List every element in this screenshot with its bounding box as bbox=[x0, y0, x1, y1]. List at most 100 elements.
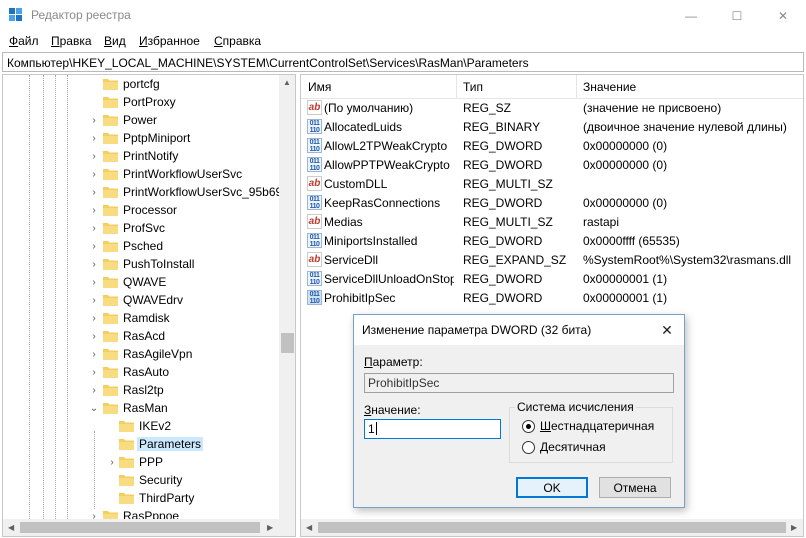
list-item[interactable]: 011 110 ProhibitIpSec REG_DWORD 0x00000001 (… bbox=[301, 289, 803, 308]
scroll-right-icon[interactable]: ▶ bbox=[791, 523, 797, 532]
list-item[interactable]: ab CustomDLL REG_MULTI_SZ bbox=[301, 175, 803, 194]
chevron-down-icon[interactable]: ⌄ bbox=[89, 399, 99, 417]
tree-item[interactable]: › Power bbox=[3, 111, 279, 129]
column-value[interactable]: Значение bbox=[583, 80, 636, 94]
menu-edit[interactable]: Правка bbox=[51, 34, 92, 48]
tree-item[interactable]: portcfg bbox=[3, 75, 279, 93]
list-item[interactable]: 011 110 AllowL2TPWeakCrypto REG_DWORD 0x0000… bbox=[301, 137, 803, 156]
list-item[interactable]: ab (По умолчанию) REG_SZ (значение не присв… bbox=[301, 99, 803, 118]
dialog-title-bar: Изменение параметра DWORD (32 бита) ✕ bbox=[354, 315, 684, 345]
list-item[interactable]: 011 110 KeepRasConnections REG_DWORD 0x00000… bbox=[301, 194, 803, 213]
tree-item[interactable]: › PrintNotify bbox=[3, 147, 279, 165]
tree-item[interactable]: › PushToInstall bbox=[3, 255, 279, 273]
tree-item-label: QWAVE bbox=[123, 275, 167, 289]
tree-item[interactable]: › RasAgileVpn bbox=[3, 345, 279, 363]
chevron-right-icon[interactable]: › bbox=[89, 273, 99, 291]
scroll-right-icon[interactable]: ▶ bbox=[267, 523, 273, 532]
tree-hscroll-thumb[interactable] bbox=[20, 522, 260, 533]
list-item[interactable]: ab Medias REG_MULTI_SZ rastapi bbox=[301, 213, 803, 232]
chevron-right-icon[interactable]: › bbox=[89, 327, 99, 345]
tree-item[interactable]: Security bbox=[3, 471, 279, 489]
chevron-right-icon[interactable]: › bbox=[89, 237, 99, 255]
tree-item[interactable]: IKEv2 bbox=[3, 417, 279, 435]
tree-item-label: PPP bbox=[139, 455, 164, 469]
column-type[interactable]: Тип bbox=[463, 80, 483, 94]
close-button[interactable]: ✕ bbox=[760, 0, 806, 31]
ok-button[interactable]: OK bbox=[516, 477, 588, 498]
tree-item-label: PortProxy bbox=[123, 95, 176, 109]
tree-item[interactable]: › RasAuto bbox=[3, 363, 279, 381]
tree-item[interactable]: Parameters bbox=[3, 435, 279, 453]
scroll-left-icon[interactable]: ◀ bbox=[8, 523, 14, 532]
folder-icon bbox=[103, 97, 118, 108]
tree-item-label: PrintWorkflowUserSvc bbox=[123, 167, 243, 181]
tree-horizontal-scrollbar[interactable]: ◀ ▶ bbox=[3, 519, 295, 536]
column-name[interactable]: Имя bbox=[308, 80, 331, 94]
column-divider[interactable] bbox=[456, 75, 457, 99]
radio-hexadecimal[interactable]: Шестнадцатеричная bbox=[522, 419, 662, 435]
menu-favorites[interactable]: Избранное bbox=[139, 34, 200, 48]
chevron-right-icon[interactable]: › bbox=[89, 363, 99, 381]
registry-editor-icon bbox=[9, 8, 22, 21]
tree-item[interactable]: › PrintWorkflowUserSvc_95b69 bbox=[3, 183, 282, 201]
maximize-button[interactable]: ☐ bbox=[714, 0, 760, 31]
scroll-up-icon[interactable]: ▲ bbox=[283, 78, 291, 87]
menu-view[interactable]: Вид bbox=[104, 34, 126, 48]
dialog-close-button[interactable]: ✕ bbox=[650, 315, 684, 345]
chevron-right-icon[interactable]: › bbox=[89, 201, 99, 219]
tree-scroll-thumb[interactable] bbox=[281, 333, 294, 353]
key-tree[interactable]: portcfg PortProxy › Power › PptpMiniport › Prin… bbox=[2, 74, 296, 537]
tree-item[interactable]: › PrintWorkflowUserSvc bbox=[3, 165, 279, 183]
tree-item[interactable]: › PPP bbox=[3, 453, 279, 471]
chevron-right-icon[interactable]: › bbox=[89, 165, 99, 183]
list-item[interactable]: 011 110 ServiceDllUnloadOnStop REG_DWORD 0x0… bbox=[301, 270, 803, 289]
chevron-right-icon[interactable]: › bbox=[89, 219, 99, 237]
tree-item[interactable]: › Psched bbox=[3, 237, 279, 255]
minimize-button[interactable]: — bbox=[668, 0, 714, 31]
tree-item[interactable]: › QWAVE bbox=[3, 273, 279, 291]
list-item[interactable]: 011 110 AllocatedLuids REG_BINARY (двоичное … bbox=[301, 118, 803, 137]
tree-item[interactable]: ⌄ RasMan bbox=[3, 399, 279, 417]
menu-help[interactable]: Справка bbox=[214, 34, 261, 48]
list-item[interactable]: 011 110 MiniportsInstalled REG_DWORD 0x0000f… bbox=[301, 232, 803, 251]
chevron-right-icon[interactable]: › bbox=[89, 255, 99, 273]
folder-icon bbox=[103, 313, 118, 324]
chevron-right-icon[interactable]: › bbox=[89, 291, 99, 309]
radio-circle[interactable] bbox=[522, 441, 535, 454]
chevron-right-icon[interactable]: › bbox=[89, 345, 99, 363]
tree-item[interactable]: › PptpMiniport bbox=[3, 129, 279, 147]
tree-item[interactable]: › RasAcd bbox=[3, 327, 279, 345]
scroll-left-icon[interactable]: ◀ bbox=[306, 523, 312, 532]
chevron-right-icon[interactable]: › bbox=[89, 129, 99, 147]
folder-icon bbox=[103, 259, 118, 270]
cell-type: REG_DWORD bbox=[463, 196, 543, 210]
tree-item[interactable]: PortProxy bbox=[3, 93, 279, 111]
cell-value: rastapi bbox=[583, 215, 620, 229]
list-hscroll-thumb[interactable] bbox=[318, 522, 786, 533]
address-bar[interactable]: Компьютер\HKEY_LOCAL_MACHINE\SYSTEM\Curr… bbox=[2, 52, 804, 72]
chevron-right-icon[interactable]: › bbox=[89, 381, 99, 399]
tree-item[interactable]: › QWAVEdrv bbox=[3, 291, 279, 309]
chevron-right-icon[interactable]: › bbox=[89, 147, 99, 165]
list-item[interactable]: 011 110 AllowPPTPWeakCrypto REG_DWORD 0x0000… bbox=[301, 156, 803, 175]
list-header: Имя Тип Значение bbox=[301, 75, 803, 99]
cancel-button[interactable]: Отмена bbox=[599, 477, 671, 498]
chevron-right-icon[interactable]: › bbox=[89, 309, 99, 327]
list-item[interactable]: ab ServiceDll REG_EXPAND_SZ %SystemRoot%\Sy… bbox=[301, 251, 803, 270]
menu-file[interactable]: Файл bbox=[9, 34, 39, 48]
tree-item[interactable]: › Ramdisk bbox=[3, 309, 279, 327]
tree-vertical-scrollbar[interactable]: ▲ bbox=[279, 75, 295, 519]
value-data-input[interactable]: 1 bbox=[364, 419, 501, 439]
tree-item[interactable]: › Processor bbox=[3, 201, 279, 219]
tree-item[interactable]: ThirdParty bbox=[3, 489, 279, 507]
radio-decimal[interactable]: Десятичная bbox=[522, 440, 662, 456]
chevron-right-icon[interactable]: › bbox=[107, 453, 117, 471]
radio-circle[interactable] bbox=[522, 420, 535, 433]
chevron-right-icon[interactable]: › bbox=[89, 111, 99, 129]
tree-item[interactable]: › ProfSvc bbox=[3, 219, 279, 237]
column-divider[interactable] bbox=[576, 75, 577, 99]
cell-name: AllowPPTPWeakCrypto bbox=[324, 158, 450, 172]
tree-item[interactable]: › Rasl2tp bbox=[3, 381, 279, 399]
chevron-right-icon[interactable]: › bbox=[89, 183, 99, 201]
list-horizontal-scrollbar[interactable]: ◀ ▶ bbox=[301, 519, 803, 536]
